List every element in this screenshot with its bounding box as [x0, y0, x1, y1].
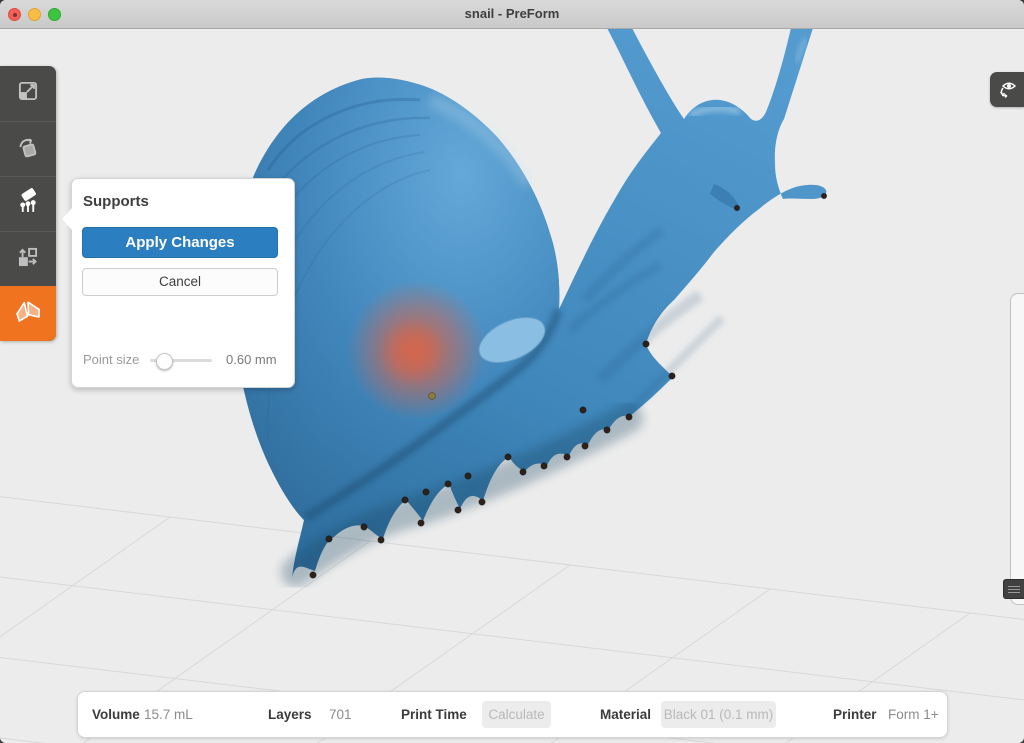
- support-point[interactable]: [734, 205, 739, 210]
- print-button-formlabs[interactable]: [0, 286, 56, 341]
- support-point[interactable]: [402, 497, 408, 503]
- layer-slider-handle[interactable]: [1003, 579, 1024, 599]
- material-label: Material: [600, 692, 651, 737]
- scale-tool-button[interactable]: [0, 66, 56, 121]
- point-size-value: 0.60 mm: [226, 352, 277, 367]
- support-point[interactable]: [564, 454, 570, 460]
- point-size-slider-thumb[interactable]: [156, 353, 173, 370]
- cancel-button[interactable]: Cancel: [82, 268, 278, 296]
- orbit-view-icon: [995, 75, 1019, 104]
- unsupported-area-core: [378, 318, 446, 386]
- support-point[interactable]: [455, 507, 461, 513]
- print-time-label: Print Time: [401, 692, 467, 737]
- support-point[interactable]: [378, 537, 384, 543]
- rotate-icon: [15, 134, 41, 165]
- support-point[interactable]: [821, 193, 826, 198]
- point-size-label: Point size: [83, 352, 139, 367]
- butterfly-icon: [13, 296, 43, 331]
- apply-changes-button[interactable]: Apply Changes: [82, 227, 278, 258]
- support-point[interactable]: [643, 341, 649, 347]
- support-point[interactable]: [361, 524, 367, 530]
- layout-tool-button[interactable]: [0, 231, 56, 286]
- supports-panel-title: Supports: [83, 193, 149, 210]
- support-point[interactable]: [418, 520, 424, 526]
- printer-label: Printer: [833, 692, 877, 737]
- support-point[interactable]: [423, 489, 429, 495]
- volume-label: Volume: [92, 692, 140, 737]
- supports-panel: Supports Apply Changes Cancel Point size…: [71, 178, 295, 388]
- support-point[interactable]: [479, 499, 485, 505]
- calculate-button[interactable]: Calculate: [482, 701, 551, 728]
- support-point[interactable]: [580, 407, 586, 413]
- support-point[interactable]: [326, 536, 332, 542]
- support-point[interactable]: [465, 473, 471, 479]
- layers-label: Layers: [268, 692, 312, 737]
- preform-window: Supports Apply Changes Cancel Point size…: [0, 0, 1024, 743]
- supports-tool-button[interactable]: [0, 176, 56, 231]
- support-point[interactable]: [445, 481, 451, 487]
- panel-pointer-arrow: [62, 208, 72, 230]
- orbit-view-button[interactable]: [990, 72, 1024, 107]
- layers-value: 701: [329, 692, 352, 737]
- layer-slider-track[interactable]: [1010, 293, 1024, 605]
- scale-icon: [15, 78, 41, 109]
- support-point[interactable]: [310, 572, 316, 578]
- support-point[interactable]: [604, 427, 610, 433]
- support-point[interactable]: [505, 454, 511, 460]
- support-point[interactable]: [520, 469, 526, 475]
- support-point[interactable]: [582, 443, 588, 449]
- support-point[interactable]: [429, 393, 436, 400]
- material-button[interactable]: Black 01 (0.1 mm): [661, 701, 776, 728]
- tool-sidebar: [0, 66, 56, 341]
- print-status-bar: Volume 15.7 mL Layers 701 Print Time Cal…: [77, 691, 948, 738]
- volume-value: 15.7 mL: [144, 692, 193, 737]
- support-point[interactable]: [541, 463, 547, 469]
- window-title: snail - PreForm: [0, 0, 1024, 28]
- support-point[interactable]: [626, 414, 632, 420]
- supports-icon: [14, 188, 42, 221]
- printer-value: Form 1+: [888, 692, 939, 737]
- titlebar[interactable]: snail - PreForm: [0, 0, 1024, 29]
- rotate-tool-button[interactable]: [0, 121, 56, 176]
- layout-icon: [15, 244, 41, 275]
- support-point[interactable]: [669, 373, 675, 379]
